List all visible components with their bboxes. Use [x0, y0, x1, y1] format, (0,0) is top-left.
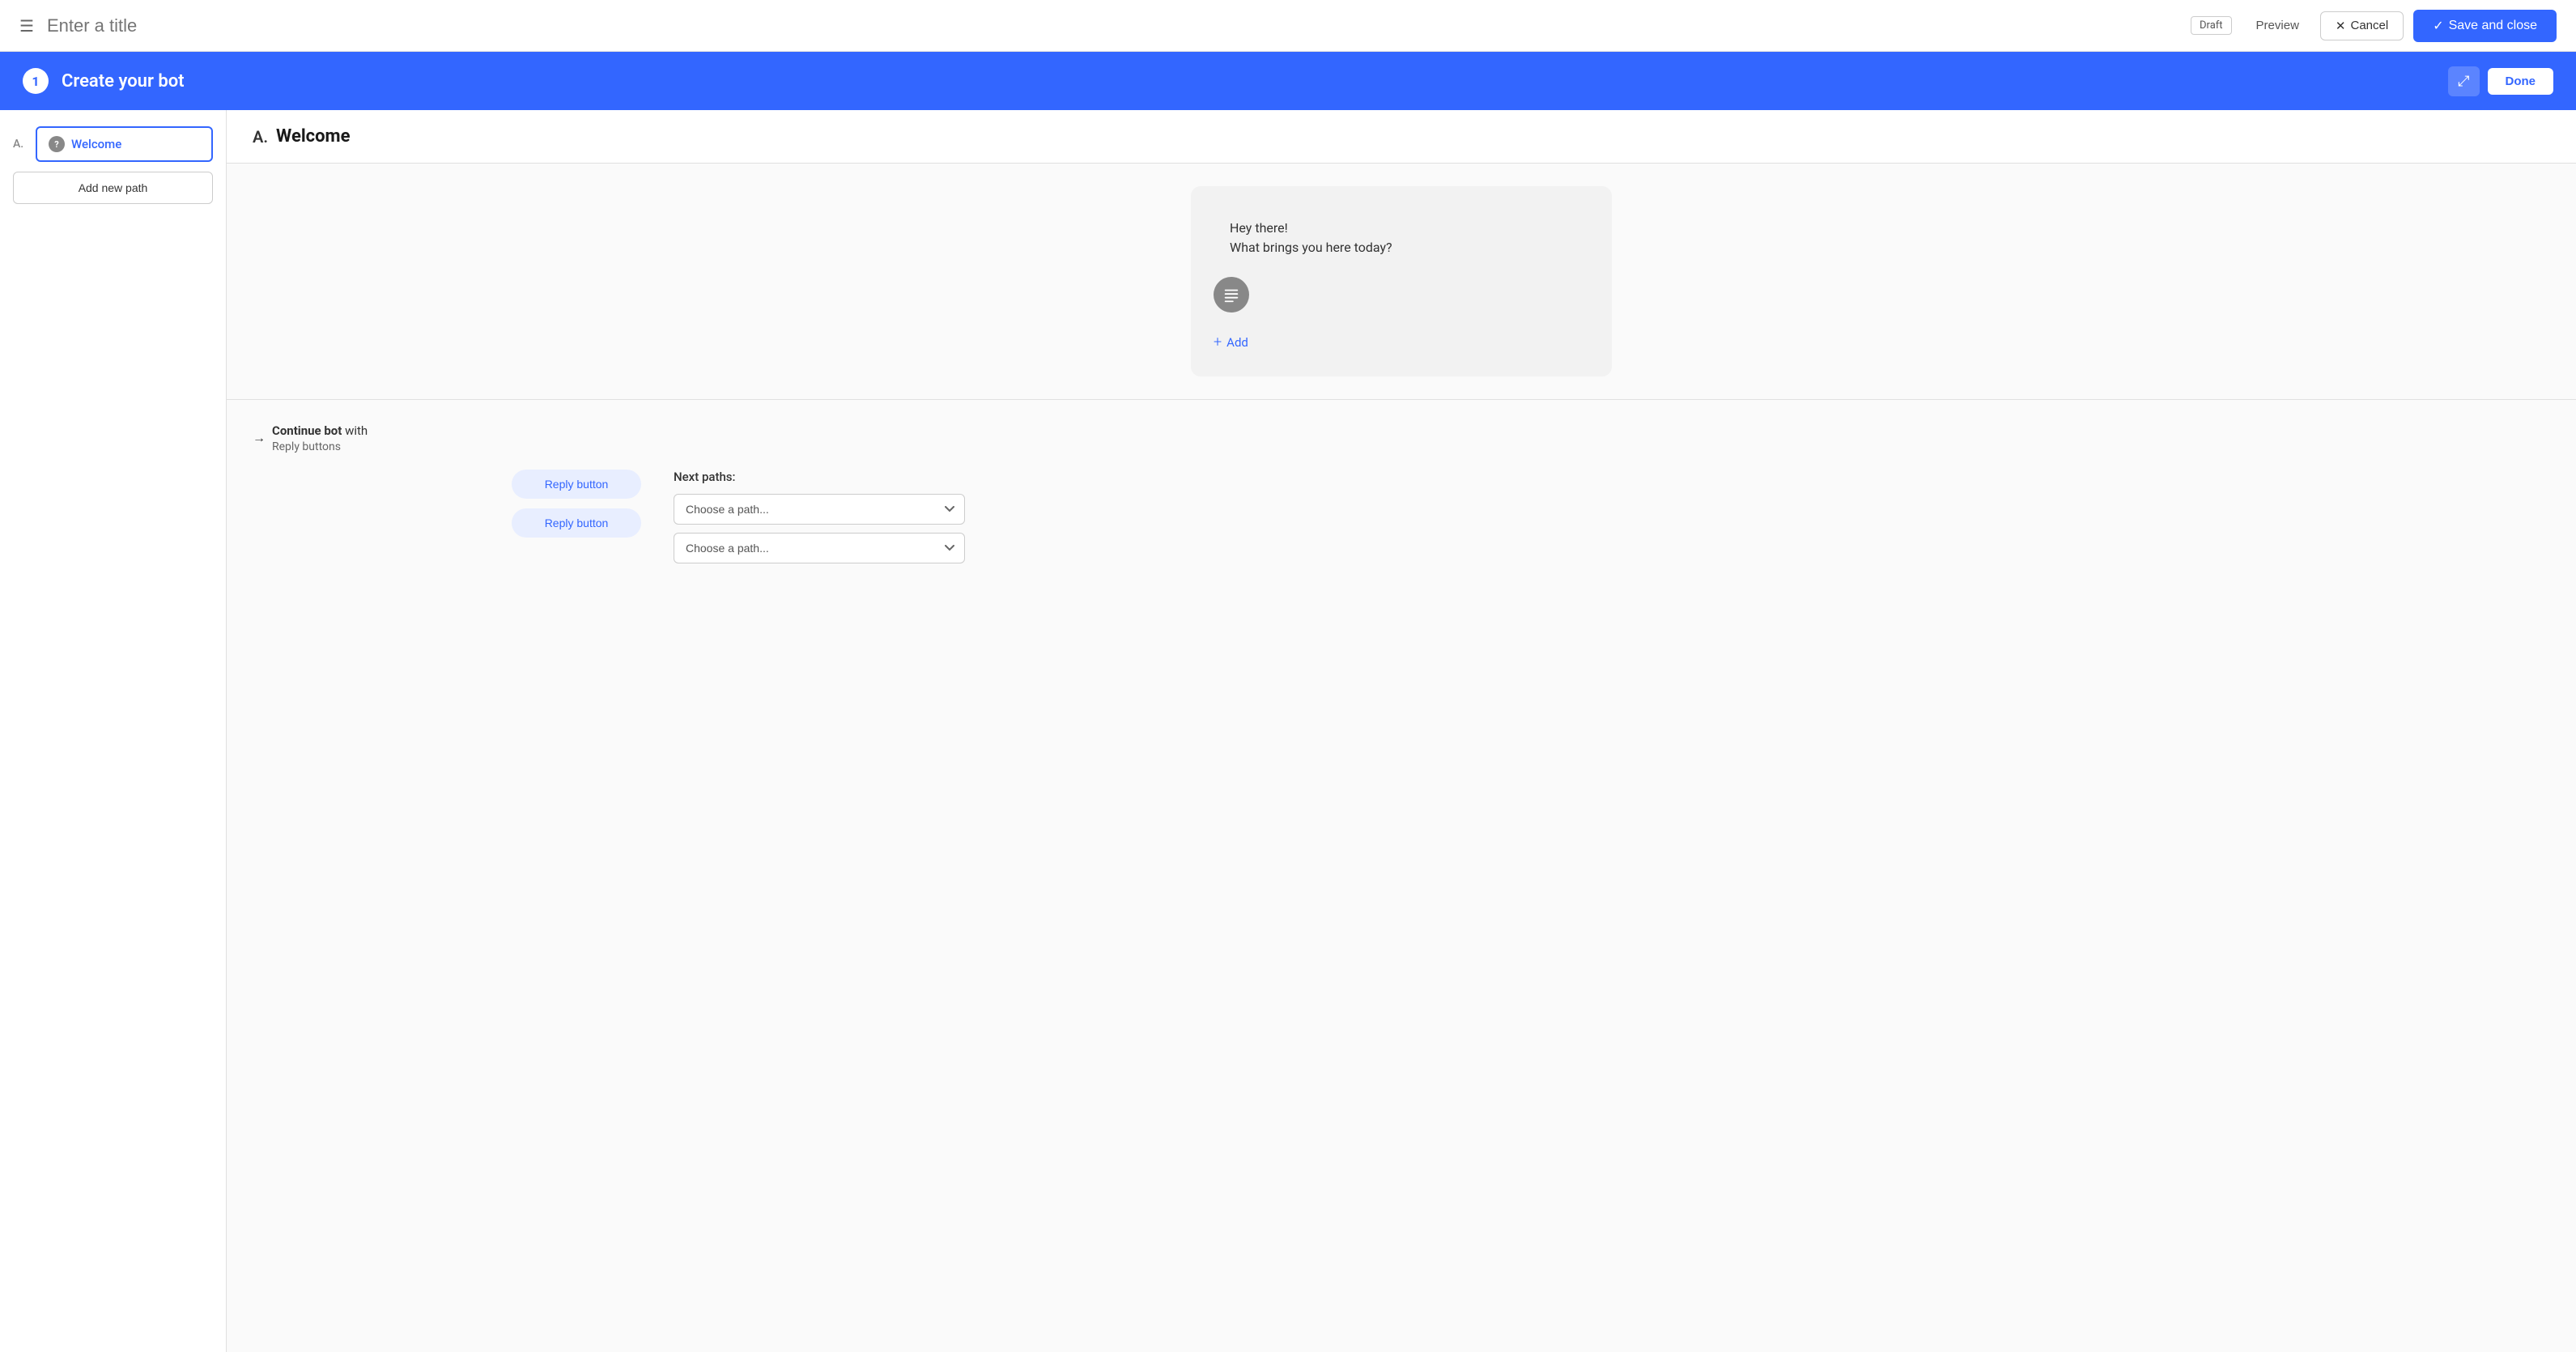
reply-buttons-row: Reply button Reply button Next paths: Ch…: [253, 470, 2550, 572]
path-item-label: Welcome: [71, 137, 121, 151]
chat-message-1: Hey there!: [1230, 219, 1573, 238]
reply-button-2[interactable]: Reply button: [512, 508, 641, 538]
continue-bot-prefix: Continue bot: [272, 423, 342, 438]
main-container: A. ? Welcome Add new path A. Welcome Hey…: [0, 110, 2576, 1352]
menu-lines-icon: [1222, 286, 1240, 304]
bot-header: 1 Create your bot ⤢ Done: [0, 52, 2576, 110]
add-path-button[interactable]: Add new path: [13, 172, 213, 204]
chat-icon-row: [1214, 277, 1589, 312]
step-number: 1: [23, 68, 49, 94]
path-select-2[interactable]: Choose a path...: [674, 533, 965, 563]
continue-bot-header: → Continue bot with Reply buttons: [253, 423, 2550, 453]
bot-header-actions: ⤢ Done: [2448, 66, 2553, 96]
add-message-link[interactable]: + Add: [1214, 327, 1589, 357]
done-button[interactable]: Done: [2488, 68, 2554, 95]
expand-icon-button[interactable]: ⤢: [2448, 66, 2479, 96]
path-header-name: Welcome: [276, 126, 350, 147]
save-close-label: Save and close: [2449, 19, 2537, 33]
continue-bot-section: → Continue bot with Reply buttons Reply …: [227, 400, 2576, 594]
path-header: A. Welcome: [227, 110, 2576, 164]
chat-bubble: Hey there! What brings you here today?: [1214, 206, 1589, 270]
add-plus-icon: +: [1214, 334, 1222, 351]
add-label: Add: [1226, 335, 1248, 350]
cancel-label: Cancel: [2350, 19, 2388, 32]
content-area: A. Welcome Hey there! What brings you he…: [227, 110, 2576, 1352]
bot-header-title: Create your bot: [62, 71, 2435, 91]
reply-button-1[interactable]: Reply button: [512, 470, 641, 499]
continue-bot-with: with: [345, 423, 368, 438]
next-paths-label: Next paths:: [674, 470, 965, 484]
cancel-x-icon: ✕: [2336, 19, 2346, 33]
checkmark-icon: ✓: [2433, 18, 2443, 34]
path-select-1[interactable]: Choose a path...: [674, 494, 965, 525]
title-input[interactable]: [47, 15, 2178, 36]
next-paths-section: Next paths: Choose a path... Choose a pa…: [674, 470, 965, 572]
reply-buttons-left: Reply button Reply button: [253, 470, 641, 538]
continue-bot-arrow-icon: →: [253, 430, 266, 446]
chat-preview-section: Hey there! What brings you here today?: [227, 164, 2576, 400]
path-item-icon: ?: [49, 136, 65, 152]
chat-message-2: What brings you here today?: [1230, 238, 1573, 257]
continue-bot-method: Reply buttons: [272, 440, 341, 453]
menu-icon-circle[interactable]: [1214, 277, 1249, 312]
top-bar-actions: Preview ✕ Cancel ✓ Save and close: [2245, 10, 2557, 42]
chat-bubble-container: Hey there! What brings you here today?: [1191, 186, 1612, 376]
top-bar: ☰ Draft Preview ✕ Cancel ✓ Save and clos…: [0, 0, 2576, 52]
sidebar: A. ? Welcome Add new path: [0, 110, 227, 1352]
path-row-a: A. ? Welcome: [13, 126, 213, 162]
sidebar-path-welcome[interactable]: ? Welcome: [36, 126, 213, 162]
draft-badge: Draft: [2191, 16, 2232, 35]
hamburger-icon[interactable]: ☰: [19, 16, 34, 36]
path-header-letter: A.: [253, 127, 268, 147]
save-close-button[interactable]: ✓ Save and close: [2413, 10, 2557, 42]
cancel-button[interactable]: ✕ Cancel: [2320, 11, 2404, 40]
continue-bot-main-text: Continue bot with: [272, 423, 368, 438]
preview-button[interactable]: Preview: [2245, 12, 2310, 39]
path-label-a: A.: [13, 138, 28, 151]
continue-bot-text-block: Continue bot with Reply buttons: [272, 423, 368, 453]
expand-icon: ⤢: [2458, 73, 2469, 89]
